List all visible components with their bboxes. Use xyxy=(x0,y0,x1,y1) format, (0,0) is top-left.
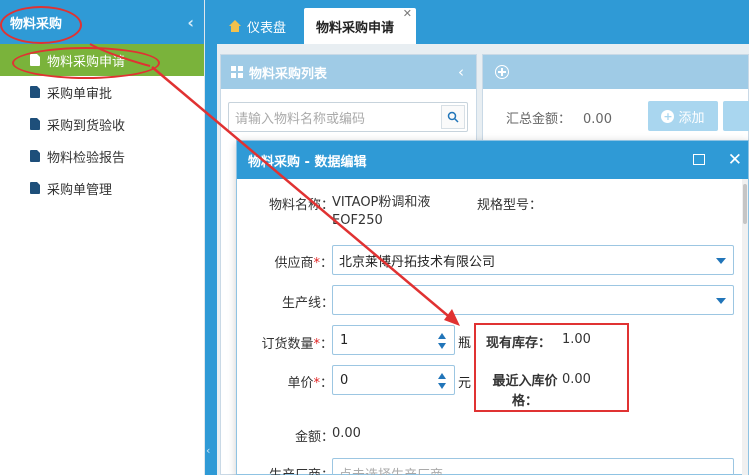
qty-label-text: 订货数量 xyxy=(261,337,314,352)
sidebar-item-label: 采购单审批 xyxy=(47,86,113,102)
search-button[interactable] xyxy=(441,105,465,129)
quantity-value: 1 xyxy=(340,332,349,348)
plus-icon: + xyxy=(661,109,675,123)
sidebar-item-order-management[interactable]: 采购单管理 xyxy=(0,172,204,204)
supplier-select[interactable]: 北京莱博丹拓技术有限公司 xyxy=(332,245,734,275)
material-name-value: VITAOP粉调和液 EOF250 xyxy=(332,195,431,228)
edit-dialog: 物料采购 - 数据编辑 ✕ 物料名称： VITAOP粉调和液 EOF250 规格… xyxy=(236,140,749,475)
close-tab-icon[interactable]: ✕ xyxy=(403,7,412,20)
supplier-label: 供应商*： xyxy=(274,256,333,271)
line-label: 生产线： xyxy=(281,296,334,311)
document-icon xyxy=(30,150,40,162)
price-label: 单价*： xyxy=(287,376,333,391)
detail-panel-header xyxy=(483,55,748,89)
tab-label: 仪表盘 xyxy=(247,20,287,36)
production-line-select[interactable] xyxy=(332,285,734,315)
collapse-sidebar-icon[interactable]: ‹ xyxy=(187,13,194,32)
maker-input[interactable]: 点击选择生产厂商 xyxy=(332,458,734,475)
document-icon xyxy=(30,86,40,98)
price-unit: 元 xyxy=(458,376,472,391)
decrement-icon[interactable] xyxy=(438,343,446,349)
home-icon xyxy=(229,20,241,32)
annotation-oval-title xyxy=(0,6,82,44)
sidebar-item-label: 物料检验报告 xyxy=(47,150,126,166)
grid-icon xyxy=(231,66,243,78)
add-button[interactable]: + 添加 xyxy=(648,101,718,131)
qty-label: 订货数量*： xyxy=(261,337,333,352)
amount-value: 0.00 xyxy=(332,426,361,441)
add-button-label: 添加 xyxy=(678,110,705,126)
dialog-title: 物料采购 - 数据编辑 xyxy=(248,154,367,170)
collapse-strip[interactable]: ‹ xyxy=(205,44,217,475)
chevron-left-icon[interactable]: ‹ xyxy=(206,444,210,457)
tab-bar: 仪表盘 物料采购申请 ✕ xyxy=(205,0,749,44)
spec-label: 规格型号： xyxy=(477,198,543,213)
search-input[interactable]: 请输入物料名称或编码 xyxy=(228,102,468,132)
sidebar-item-label: 采购到货验收 xyxy=(47,118,126,134)
maximize-icon[interactable] xyxy=(693,154,705,165)
decrement-icon[interactable] xyxy=(438,383,446,389)
tab-dashboard[interactable]: 仪表盘 xyxy=(217,8,304,44)
supplier-value: 北京莱博丹拓技术有限公司 xyxy=(339,254,496,270)
summary-value: 0.00 xyxy=(583,112,612,127)
chevron-down-icon xyxy=(716,258,726,264)
material-name-label: 物料名称： xyxy=(268,198,334,213)
list-panel-title: 物料采购列表 xyxy=(249,66,328,82)
document-icon xyxy=(30,182,40,194)
sidebar-item-inspection-report[interactable]: 物料检验报告 xyxy=(0,140,204,172)
summary: 汇总金额： 0.00 xyxy=(506,108,612,127)
quantity-unit: 瓶 xyxy=(458,336,472,351)
annotation-highlight-box xyxy=(474,323,629,412)
dialog-header: 物料采购 - 数据编辑 ✕ xyxy=(237,141,748,179)
chevron-down-icon xyxy=(716,298,726,304)
collapse-panel-icon[interactable]: ‹ xyxy=(458,63,464,81)
sidebar-item-label: 采购单管理 xyxy=(47,182,113,198)
increment-icon[interactable] xyxy=(438,333,446,339)
maker-placeholder: 点击选择生产厂商 xyxy=(339,467,444,475)
tab-purchase-request[interactable]: 物料采购申请 ✕ xyxy=(304,7,416,44)
document-icon xyxy=(30,118,40,130)
quantity-stepper[interactable]: 1 xyxy=(332,325,455,355)
dialog-scrollbar[interactable] xyxy=(742,179,748,475)
list-panel-header: 物料采购列表 ‹ xyxy=(221,55,476,89)
close-icon[interactable]: ✕ xyxy=(728,150,742,170)
annotation-oval-menu xyxy=(12,47,160,79)
sidebar-item-acceptance[interactable]: 采购到货验收 xyxy=(0,108,204,140)
price-label-text: 单价 xyxy=(287,376,314,391)
sidebar-item-approval[interactable]: 采购单审批 xyxy=(0,76,204,108)
maker-label: 生产厂商： xyxy=(254,464,334,475)
price-stepper[interactable]: 0 xyxy=(332,365,455,395)
increment-icon[interactable] xyxy=(438,373,446,379)
amount-label: 金额： xyxy=(294,430,334,445)
more-button[interactable] xyxy=(723,101,749,131)
expand-icon[interactable] xyxy=(495,65,509,79)
tab-label: 物料采购申请 xyxy=(316,20,395,36)
search-placeholder: 请输入物料名称或编码 xyxy=(235,111,366,127)
search-icon xyxy=(447,111,459,123)
summary-label: 汇总金额： xyxy=(506,112,572,127)
price-value: 0 xyxy=(340,372,349,388)
supplier-label-text: 供应商 xyxy=(274,256,314,271)
